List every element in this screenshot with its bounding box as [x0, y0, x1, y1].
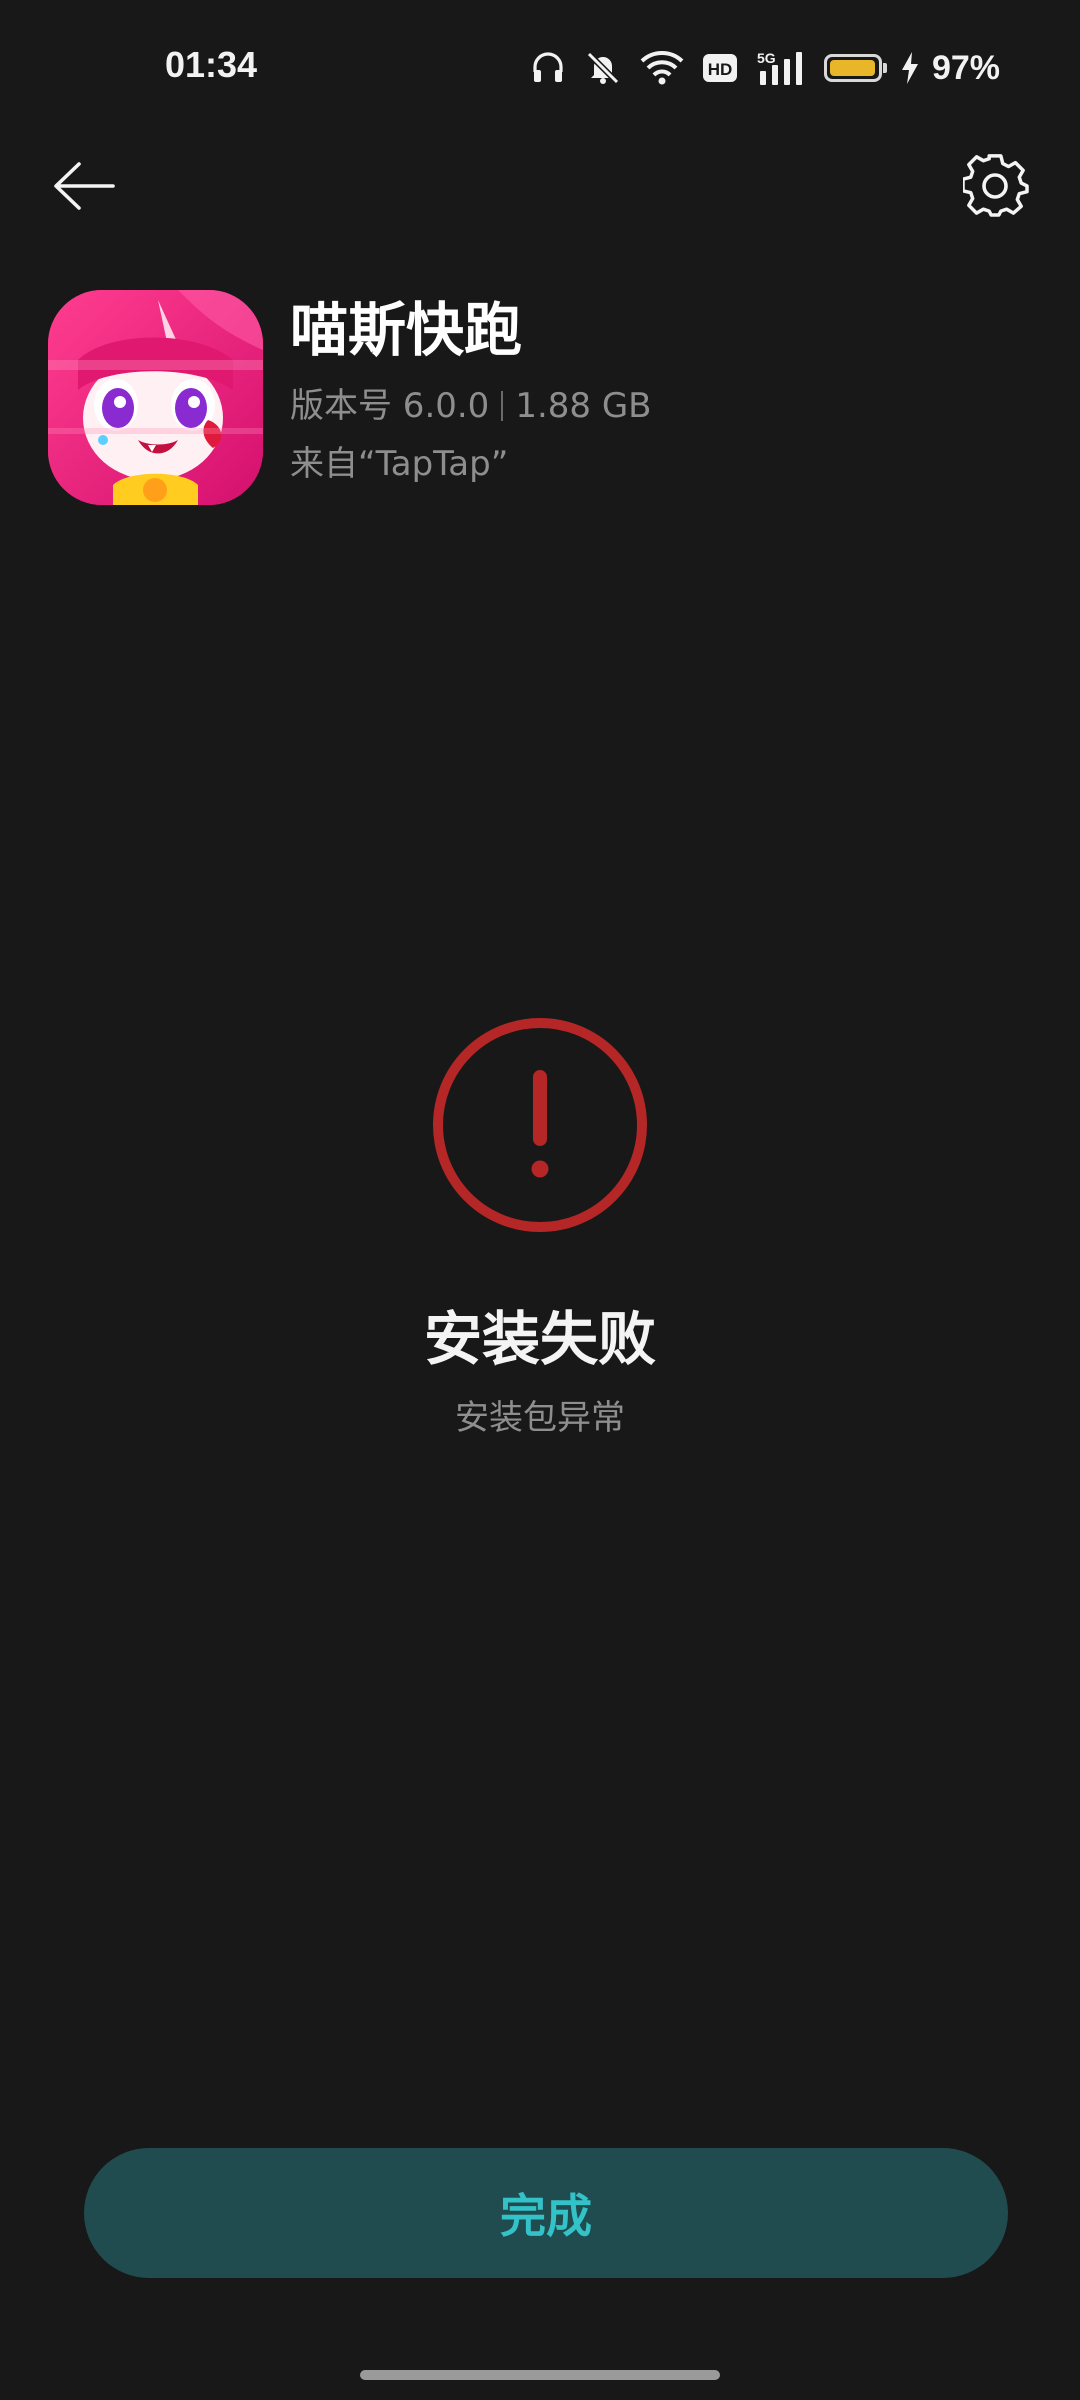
app-size: 1.88 GB	[515, 386, 652, 426]
app-version: 版本号 6.0.0	[290, 386, 490, 426]
hd-icon: HD	[702, 53, 738, 83]
charging-bolt-icon	[900, 51, 920, 85]
result-subtitle: 安装包异常	[455, 1398, 625, 1438]
network-label: 5G	[757, 50, 776, 66]
done-button[interactable]: 完成	[84, 2148, 1008, 2278]
headphones-icon	[530, 50, 566, 86]
error-exclamation-icon	[433, 1018, 647, 1232]
app-meta: 版本号 6.0.0 1.88 GB	[290, 382, 652, 430]
result-title: 安装失败	[423, 1305, 656, 1373]
app-icon	[48, 290, 263, 505]
settings-button[interactable]	[960, 150, 1032, 222]
wifi-icon	[640, 50, 684, 86]
install-result: 安装失败 安装包异常	[0, 1015, 1080, 1443]
battery-icon	[823, 54, 887, 82]
battery-fill	[829, 60, 875, 76]
mute-bell-icon	[584, 49, 622, 87]
app-source: 来自“TapTap”	[290, 444, 509, 484]
signal-5g-icon: 5G	[756, 49, 806, 87]
battery-percent: 97%	[931, 48, 1000, 87]
gear-icon	[963, 154, 1029, 217]
status-icons: HD 5G 97%	[530, 40, 1000, 96]
app-name: 喵斯快跑	[290, 296, 523, 364]
meta-divider	[501, 391, 504, 421]
app-header: 喵斯快跑 版本号 6.0.0 1.88 GB 来自“TapTap”	[48, 290, 1032, 505]
back-arrow-icon	[54, 162, 115, 210]
status-bar: 01:34 HD 5G 97%	[0, 0, 1080, 140]
home-indicator[interactable]	[360, 2370, 720, 2380]
hd-label: HD	[708, 60, 733, 79]
back-button[interactable]	[48, 150, 120, 222]
status-time: 01:34	[165, 44, 258, 85]
